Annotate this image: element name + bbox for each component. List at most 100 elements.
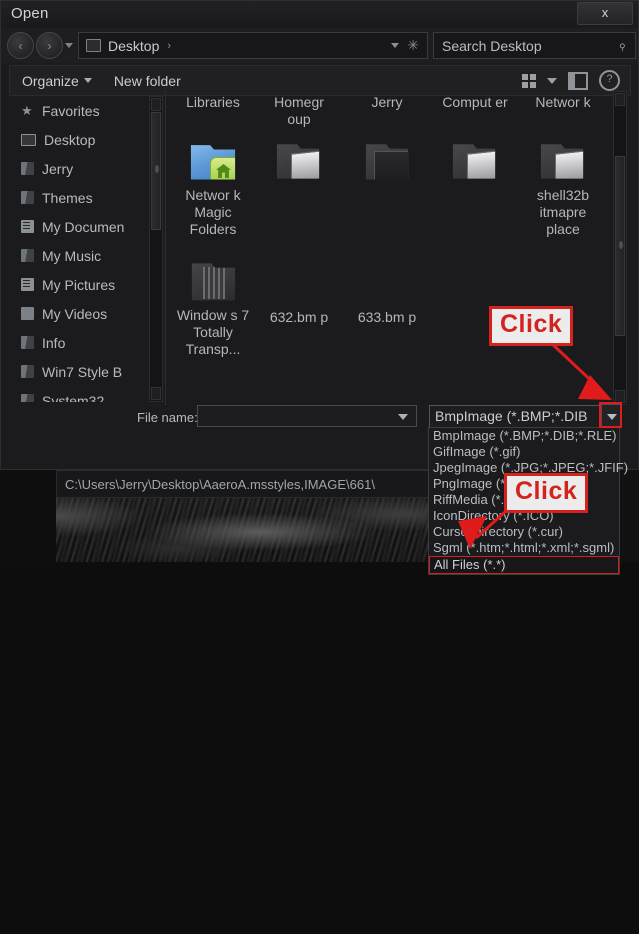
folder-icon (21, 336, 34, 349)
breadcrumb[interactable]: Desktop (108, 38, 159, 54)
star-icon: ★ (21, 102, 33, 118)
file-item-label-libraries[interactable]: Libraries (173, 94, 253, 111)
toolbar-right-group: ? (522, 70, 620, 91)
sidebar-item-my-music[interactable]: My Music (9, 241, 150, 270)
sidebar-item-system32[interactable]: System32 (9, 386, 150, 402)
chevron-right-icon[interactable]: › (167, 40, 171, 52)
sidebar-item-info[interactable]: Info (9, 328, 150, 357)
navigation-row: ‹ › Desktop › ✳ Search Desktop ⌕ (1, 28, 638, 63)
file-item-632-bmp[interactable]: 632.bm p (261, 309, 337, 326)
back-forward-group: ‹ › (7, 32, 63, 59)
navigation-sidebar[interactable]: ★ Favorites Desktop Jerry Themes My Docu… (9, 96, 150, 402)
sidebar-item-label: Info (42, 334, 66, 351)
organize-label: Organize (22, 72, 79, 89)
desktop-icon (86, 39, 101, 52)
scroll-down-icon[interactable] (151, 387, 161, 400)
sidebar-item-favorites[interactable]: ★ Favorites (9, 96, 150, 125)
file-item-network-magic-folders[interactable]: Networ k Magic Folders (173, 139, 253, 238)
folder-icon (21, 162, 34, 175)
sidebar-scrollbar[interactable] (149, 96, 163, 402)
file-item-label-network[interactable]: Networ k (525, 94, 601, 111)
file-item-633-bmp[interactable]: 633.bm p (349, 309, 425, 326)
chevron-down-icon[interactable] (398, 414, 408, 420)
desktop-icon (21, 133, 36, 146)
scroll-up-icon[interactable] (615, 93, 625, 106)
sidebar-item-label: My Videos (42, 305, 108, 322)
sidebar-item-desktop[interactable]: Desktop (9, 125, 150, 154)
sidebar-item-my-videos[interactable]: My Videos (9, 299, 150, 328)
pictures-icon (21, 278, 34, 291)
sidebar-item-my-pictures[interactable]: My Pictures (9, 270, 150, 299)
file-name: shell32b itmapre place (536, 187, 590, 237)
sidebar-item-label: System32 (42, 392, 105, 403)
folder-icon (21, 365, 34, 378)
sidebar-item-themes[interactable]: Themes (9, 183, 150, 212)
chevron-down-icon[interactable] (391, 43, 399, 48)
folder-icon (21, 191, 34, 204)
file-type-filter-value: BmpImage (*.BMP;*.DIB (435, 408, 588, 424)
scrollbar-thumb[interactable] (615, 156, 625, 336)
history-dropdown-icon[interactable] (65, 43, 73, 48)
sidebar-item-jerry[interactable]: Jerry (9, 154, 150, 183)
sidebar-item-label: Win7 Style B (42, 363, 123, 380)
views-grid-icon[interactable] (522, 73, 536, 88)
background-path-text: C:\Users\Jerry\Desktop\AaeroA.msstyles,I… (65, 476, 375, 492)
file-type-filter-combo[interactable]: BmpImage (*.BMP;*.DIB (429, 405, 618, 428)
filter-option-cursordirectory[interactable]: CursorDirectory (*.cur) (429, 524, 619, 540)
search-icon[interactable]: ⌕ (613, 37, 631, 55)
file-item-label-homegroup[interactable]: Homegr oup (261, 94, 337, 128)
scroll-up-icon[interactable] (151, 98, 161, 111)
file-item-jerry[interactable] (349, 139, 425, 183)
open-file-dialog: Open x ‹ › Desktop › ✳ Search Desktop ⌕ … (0, 0, 639, 470)
chevron-down-icon[interactable] (547, 77, 557, 84)
sidebar-item-label: My Documen (42, 218, 125, 235)
search-input[interactable]: Search Desktop ⌕ (433, 32, 636, 59)
sidebar-item-my-documents[interactable]: My Documen (9, 212, 150, 241)
close-button[interactable]: x (577, 2, 633, 25)
folder-icon (452, 144, 496, 179)
file-item-windows7-totally-transparent[interactable]: Window s 7 Totally Transp... (173, 259, 253, 358)
sidebar-item-win7-style-b[interactable]: Win7 Style B (9, 357, 150, 386)
file-name: Jerry (371, 94, 403, 110)
help-icon[interactable]: ? (599, 70, 620, 91)
scrollbar-thumb[interactable] (151, 112, 161, 230)
forward-button[interactable]: › (36, 32, 63, 59)
folder-open-icon (276, 144, 320, 179)
folder-icon (365, 144, 409, 180)
filter-option-gifimage[interactable]: GifImage (*.gif) (429, 444, 619, 460)
file-item-shell32bitmapreplace[interactable]: shell32b itmapre place (525, 139, 601, 238)
title-bar: Open x (1, 1, 638, 27)
page-title: Open (11, 5, 49, 22)
organize-button[interactable]: Organize (22, 73, 92, 89)
file-item-label-jerry[interactable]: Jerry (349, 94, 425, 111)
file-name-label: File name: (137, 410, 198, 425)
file-item-homegroup[interactable] (261, 139, 337, 183)
videos-icon (21, 307, 34, 320)
annotation-click-label-1: Click (489, 306, 574, 346)
new-folder-button[interactable]: New folder (114, 73, 181, 89)
file-name: Comput er (442, 94, 508, 110)
preview-pane-icon[interactable] (568, 71, 588, 90)
folder-icon (21, 249, 34, 262)
sidebar-item-label: My Music (42, 247, 102, 264)
background-left-strip (0, 470, 56, 562)
file-name-input[interactable] (197, 405, 417, 427)
filter-option-sgml[interactable]: Sgml (*.htm;*.html;*.xml;*.sgml) (429, 540, 619, 556)
document-icon (21, 220, 34, 233)
file-name-value (198, 406, 416, 409)
filter-option-all-files[interactable]: All Files (*.*) (429, 556, 619, 574)
file-item-computer[interactable] (437, 139, 513, 183)
file-item-label-computer[interactable]: Comput er (437, 94, 513, 111)
sidebar-item-label: My Pictures (42, 276, 116, 293)
folder-icon (21, 394, 34, 402)
folder-open-icon (540, 144, 584, 179)
refresh-icon[interactable]: ✳ (407, 37, 419, 54)
file-pane-scrollbar[interactable] (613, 91, 627, 405)
file-list-pane[interactable]: Libraries Homegr oup Jerry Comput er Net… (169, 91, 609, 405)
filter-option-bmpimage[interactable]: BmpImage (*.BMP;*.DIB;*.RLE) (429, 428, 619, 444)
address-bar[interactable]: Desktop › ✳ (78, 32, 428, 59)
back-button[interactable]: ‹ (7, 32, 34, 59)
pane-divider[interactable] (165, 91, 166, 405)
search-placeholder: Search Desktop (442, 37, 542, 54)
annotation-click-label-2: Click (504, 473, 589, 513)
